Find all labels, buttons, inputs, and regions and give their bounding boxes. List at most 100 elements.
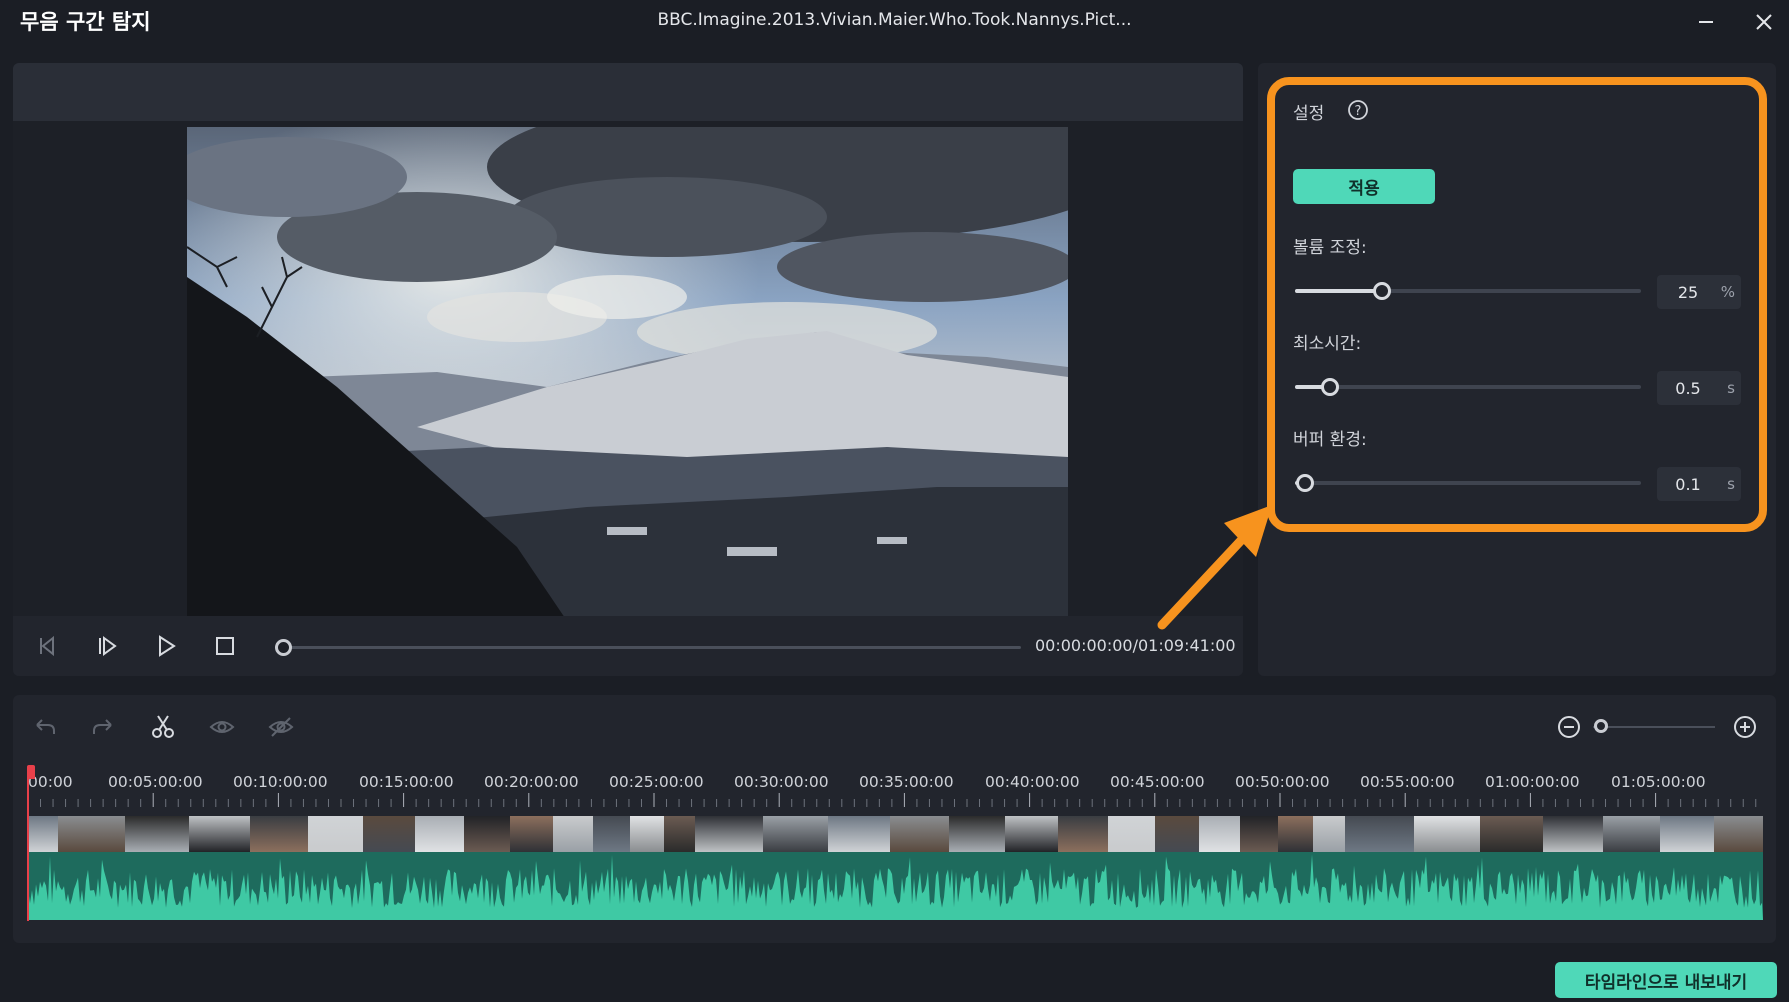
thumbnail-frame [1155, 816, 1199, 852]
thumbnail-frame [464, 816, 510, 852]
thumbnail-frame [189, 816, 250, 852]
thumbnail-frame [553, 816, 593, 852]
buffer-slider-handle[interactable] [1296, 474, 1314, 492]
min-time-slider[interactable] [1295, 378, 1641, 396]
zoom-in-button[interactable] [1729, 711, 1761, 743]
thumbnail-frame [949, 816, 1005, 852]
playhead[interactable] [27, 773, 29, 921]
scrubber-handle[interactable] [275, 639, 292, 656]
cut-button[interactable] [147, 711, 179, 743]
eye-icon [209, 721, 235, 733]
zoom-out-button[interactable] [1553, 711, 1585, 743]
ruler-label: 00:35:00:00 [859, 773, 954, 791]
play-button[interactable] [150, 630, 182, 662]
prev-frame-button[interactable] [31, 630, 63, 662]
thumbnail-frame [1058, 816, 1108, 852]
thumbnail-frame [1313, 816, 1345, 852]
volume-slider-handle[interactable] [1373, 282, 1391, 300]
buffer-slider[interactable] [1295, 474, 1641, 492]
volume-slider-fill [1295, 289, 1382, 293]
thumbnail-frame [695, 816, 763, 852]
thumbnail-frame [363, 816, 415, 852]
thumbnail-frame [1414, 816, 1480, 852]
help-button[interactable]: ? [1347, 99, 1369, 121]
ruler-label: 00:50:00:00 [1235, 773, 1330, 791]
play-icon [159, 635, 176, 657]
minimize-icon [1699, 21, 1713, 23]
buffer-input[interactable] [1657, 467, 1719, 501]
show-button[interactable] [206, 711, 238, 743]
thumbnail-frame [28, 816, 58, 852]
timeline-panel: 00:00 00:05:00:00 00:10:00:00 00:15:00:00 00… [13, 695, 1776, 943]
settings-title: 설정 [1293, 104, 1325, 124]
undo-button[interactable] [29, 711, 61, 743]
thumbnail-frame [1199, 816, 1240, 852]
thumbnail-frame [510, 816, 553, 852]
min-time-value-box: s [1657, 371, 1741, 405]
file-name: BBC.Imagine.2013.Vivian.Maier.Who.Took.N… [657, 10, 1132, 30]
undo-icon [36, 719, 55, 734]
ruler-label: 00:25:00:00 [609, 773, 704, 791]
close-icon [1756, 14, 1772, 30]
preview-panel: 00:00:00:00/01:09:41:00 [13, 63, 1243, 676]
video-preview[interactable] [187, 127, 1068, 621]
eye-off-icon [268, 717, 294, 737]
ruler-label: 00:40:00:00 [985, 773, 1080, 791]
preview-header [13, 63, 1243, 121]
volume-slider[interactable] [1295, 282, 1641, 300]
ruler-label: 00:20:00:00 [484, 773, 579, 791]
timeline-ruler[interactable]: 00:00 00:05:00:00 00:10:00:00 00:15:00:00 00… [28, 773, 1776, 807]
playback-scrubber[interactable] [283, 646, 1021, 649]
thumbnail-frame [58, 816, 125, 852]
step-back-icon [40, 635, 54, 657]
zoom-slider[interactable] [1593, 726, 1715, 728]
volume-input[interactable] [1657, 275, 1719, 309]
thumbnail-frame [1603, 816, 1660, 852]
step-forward-icon [99, 636, 117, 656]
thumbnail-frame [763, 816, 828, 852]
min-time-input[interactable] [1657, 371, 1719, 405]
help-icon: ? [1348, 100, 1368, 120]
video-thumbnail-strip[interactable] [28, 816, 1763, 852]
hide-button[interactable] [265, 711, 297, 743]
thumbnail-frame [1480, 816, 1543, 852]
apply-button[interactable]: 적용 [1293, 169, 1435, 204]
zoom-out-icon [1558, 716, 1580, 738]
volume-value-box: % [1657, 275, 1741, 309]
min-time-label: 최소시간: [1293, 334, 1362, 354]
zoom-slider-handle[interactable] [1594, 719, 1608, 733]
ruler-label: 00:30:00:00 [734, 773, 829, 791]
thumbnail-frame [1714, 816, 1763, 852]
waveform-shape [28, 854, 1763, 920]
stop-button[interactable] [209, 630, 241, 662]
thumbnail-frame [828, 816, 890, 852]
thumbnail-frame [415, 816, 464, 852]
thumbnail-frame [1660, 816, 1714, 852]
close-button[interactable] [1746, 4, 1782, 40]
redo-icon [93, 719, 112, 734]
time-display: 00:00:00:00/01:09:41:00 [1035, 636, 1236, 655]
thumbnail-frame [1005, 816, 1058, 852]
scissors-icon [152, 715, 174, 738]
buffer-unit: s [1727, 475, 1735, 493]
ruler-label: 01:00:00:00 [1485, 773, 1580, 791]
ruler-label: 00:55:00:00 [1360, 773, 1455, 791]
thumbnail-frame [308, 816, 363, 852]
thumbnail-frame [1108, 816, 1155, 852]
video-frame-image [187, 127, 1068, 621]
ruler-label: 00:05:00:00 [108, 773, 203, 791]
ruler-label: 01:05:00:00 [1611, 773, 1706, 791]
thumbnail-frame [125, 816, 189, 852]
min-time-slider-handle[interactable] [1321, 378, 1339, 396]
svg-text:?: ? [1355, 104, 1362, 119]
redo-button[interactable] [87, 711, 119, 743]
next-frame-button[interactable] [91, 630, 123, 662]
buffer-value-box: s [1657, 467, 1741, 501]
waveform-graph [28, 854, 1763, 920]
minimize-button[interactable] [1688, 4, 1724, 40]
ruler-label: 00:45:00:00 [1110, 773, 1205, 791]
audio-waveform[interactable] [28, 852, 1763, 920]
stop-icon [216, 637, 234, 655]
export-to-timeline-button[interactable]: 타임라인으로 내보내기 [1555, 962, 1777, 998]
thumbnail-frame [630, 816, 664, 852]
